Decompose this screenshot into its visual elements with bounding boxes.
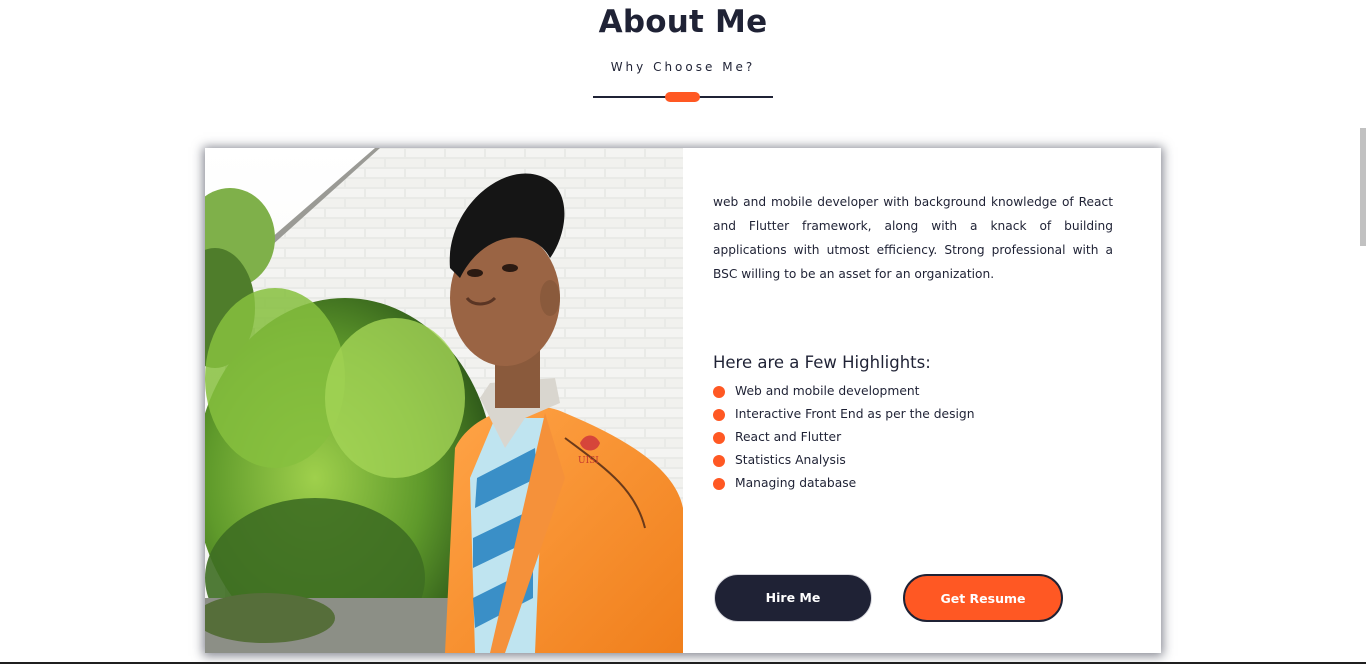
- highlights-list: Web and mobile development Interactive F…: [713, 380, 975, 495]
- bullet-icon: [713, 409, 725, 421]
- section-title: About Me: [598, 4, 768, 40]
- bullet-icon: [713, 455, 725, 467]
- bullet-icon: [713, 432, 725, 444]
- highlight-item: Interactive Front End as per the design: [713, 403, 975, 426]
- about-card: UISI web and mobile developer with backg…: [205, 148, 1161, 653]
- highlight-text: Web and mobile development: [735, 384, 920, 398]
- about-intro: web and mobile developer with background…: [713, 195, 1113, 282]
- highlight-item: React and Flutter: [713, 426, 975, 449]
- photo-badge-text: UISI: [578, 456, 599, 466]
- scrollbar-thumb[interactable]: [1360, 128, 1366, 246]
- about-page: About Me Why Choose Me? UISI web and mob…: [0, 0, 1366, 664]
- bullet-icon: [713, 478, 725, 490]
- separator-pill: [665, 92, 700, 102]
- profile-photo: UISI: [205, 148, 683, 653]
- highlight-item: Managing database: [713, 472, 975, 495]
- highlight-text: Interactive Front End as per the design: [735, 407, 975, 421]
- about-details: web and mobile developer with background…: [683, 148, 1161, 653]
- section-subtitle: Why Choose Me?: [610, 60, 756, 74]
- bullet-icon: [713, 386, 725, 398]
- highlight-text: Statistics Analysis: [735, 453, 846, 467]
- get-resume-button[interactable]: Get Resume: [903, 574, 1063, 622]
- highlights-title: Here are a Few Highlights:: [713, 353, 931, 372]
- highlight-item: Web and mobile development: [713, 380, 975, 403]
- title-separator: [593, 92, 773, 102]
- highlight-text: React and Flutter: [735, 430, 842, 444]
- highlight-text: Managing database: [735, 476, 857, 490]
- highlight-item: Statistics Analysis: [713, 449, 975, 472]
- hire-me-button[interactable]: Hire Me: [714, 574, 872, 622]
